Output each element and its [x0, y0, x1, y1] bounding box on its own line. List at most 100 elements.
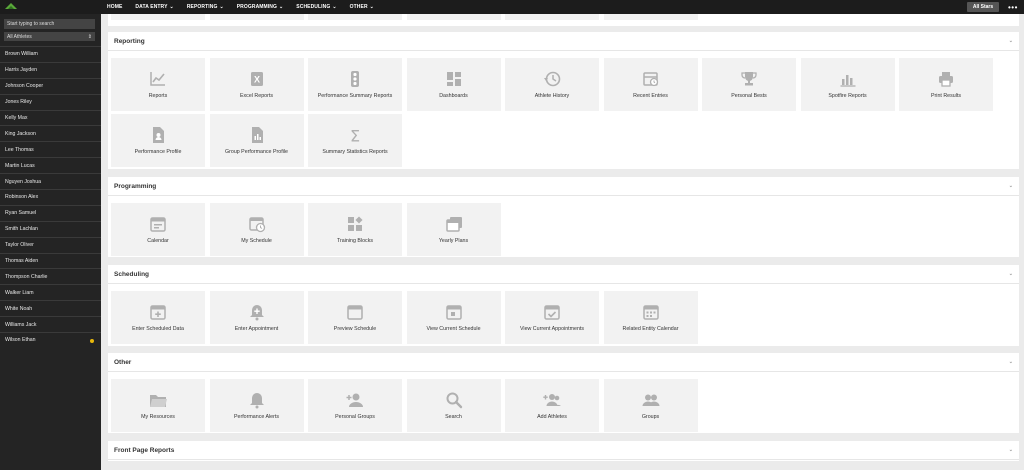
athlete-name: Martin Lucas	[5, 162, 35, 169]
tile-athlete-history[interactable]: Athlete History	[505, 58, 599, 111]
logo-icon[interactable]	[4, 2, 18, 12]
tile-my-schedule[interactable]: My Schedule	[209, 203, 304, 256]
athlete-search-input[interactable]	[4, 19, 95, 29]
athlete-list-item[interactable]: Johnson Cooper	[0, 77, 101, 94]
tile-group-performance-profile[interactable]: Group Performance Profile	[209, 114, 304, 167]
athlete-name: Taylor Oliver	[5, 242, 34, 249]
athlete-list-item[interactable]: Wilson Ethan	[0, 332, 101, 348]
section-header-other[interactable]: Other ⌄	[108, 353, 1019, 372]
nav-item-reporting[interactable]: REPORTING ⌄	[187, 4, 224, 10]
athlete-list-item[interactable]: Brown William	[0, 46, 101, 62]
nav-item-programming[interactable]: PROGRAMMING ⌄	[237, 4, 284, 10]
tile-enter-appointment[interactable]: Enter Appointment	[209, 291, 304, 344]
partially-visible-tile[interactable]	[111, 14, 205, 20]
tile-preview-schedule[interactable]: Preview Schedule	[308, 291, 402, 344]
tile-print-results[interactable]: Print Results	[899, 58, 993, 111]
athlete-name: Ryan Samuel	[5, 210, 37, 217]
tile-label: View Current Schedule	[426, 326, 481, 332]
athlete-list-item[interactable]: White Noah	[0, 300, 101, 316]
svg-text:X: X	[253, 75, 259, 85]
tile-performance-profile[interactable]: Performance Profile	[111, 114, 205, 167]
athlete-list-item[interactable]: Lee Thomas	[0, 141, 101, 157]
athlete-list-item[interactable]: Martin Lucas	[0, 157, 101, 173]
calendar-plus-icon	[150, 305, 166, 320]
tile-view-current-schedule[interactable]: View Current Schedule	[406, 291, 501, 344]
collapse-chevron-icon[interactable]: ⌄	[1009, 38, 1013, 44]
nav-item-label: HOME	[107, 4, 123, 10]
nav-item-scheduling[interactable]: SCHEDULING ⌄	[296, 4, 336, 10]
bell-icon	[249, 393, 264, 409]
partially-visible-tile[interactable]	[209, 14, 304, 20]
tile-add-athletes[interactable]: Add Athletes	[505, 379, 599, 432]
tile-enter-scheduled-data[interactable]: Enter Scheduled Data	[111, 291, 205, 344]
tile-label: Performance Summary Reports	[317, 93, 393, 99]
group-selector-button[interactable]: All Stars	[967, 2, 999, 12]
athlete-list-item[interactable]: Thomas Aiden	[0, 252, 101, 269]
tile-label: Performance Profile	[134, 149, 182, 155]
tile-recent-entries[interactable]: Recent Entries	[603, 58, 698, 111]
partially-visible-tile[interactable]	[603, 14, 698, 20]
athlete-name: Kelly Max	[5, 115, 28, 121]
tile-label: Calendar	[147, 238, 169, 244]
athlete-list-item[interactable]: Kelly Max	[0, 109, 101, 126]
tile-related-entity-calendar[interactable]: Related Entity Calendar	[603, 291, 698, 344]
athlete-list-item[interactable]: Walker Liam	[0, 284, 101, 300]
chevron-down-icon: ⌄	[332, 4, 337, 10]
athlete-list-item[interactable]: Thompson Charlie	[0, 268, 101, 284]
athlete-list-item[interactable]: Williams Jack	[0, 316, 101, 332]
tile-my-resources[interactable]: My Resources	[111, 379, 205, 432]
athlete-list-item[interactable]: Harris Jayden	[0, 61, 101, 78]
nav-item-label: DATA ENTRY	[135, 4, 168, 10]
nav-item-home[interactable]: HOME	[107, 4, 122, 10]
tile-summary-statistics-reports[interactable]: Σ Summary Statistics Reports	[308, 114, 402, 167]
tile-performance-alerts[interactable]: Performance Alerts	[209, 379, 304, 432]
athlete-list-item[interactable]: Smith Lachlan	[0, 220, 101, 237]
athlete-list-item[interactable]: Nguyen Joshua	[0, 173, 101, 189]
more-options-icon[interactable]: •••	[1008, 0, 1018, 14]
tile-groups[interactable]: Groups	[603, 379, 698, 432]
collapse-chevron-icon[interactable]: ⌄	[1009, 359, 1013, 365]
tile-reports[interactable]: Reports	[111, 58, 205, 111]
nav-item-data-entry[interactable]: DATA ENTRY ⌄	[135, 4, 173, 10]
tile-dashboards[interactable]: Dashboards	[406, 58, 501, 111]
section-header-front-page-reports[interactable]: Front Page Reports ⌄	[108, 441, 1019, 460]
tile-spotfire-reports[interactable]: Spotfire Reports	[800, 58, 895, 111]
tile-calendar[interactable]: Calendar	[111, 203, 205, 256]
athlete-filter-value: All Athletes	[7, 33, 32, 40]
nav-item-other[interactable]: OTHER ⌄	[350, 4, 374, 10]
athlete-filter-select[interactable]: All Athletes ⇕	[4, 32, 95, 41]
partially-visible-tile[interactable]	[505, 14, 599, 20]
search-icon	[446, 392, 462, 409]
tile-label: Personal Bests	[731, 93, 767, 99]
collapse-chevron-icon[interactable]: ⌄	[1009, 447, 1013, 453]
tile-personal-groups[interactable]: Personal Groups	[308, 379, 402, 432]
tile-training-blocks[interactable]: Training Blocks	[308, 203, 402, 256]
section-header-scheduling[interactable]: Scheduling ⌄	[108, 265, 1019, 284]
collapse-chevron-icon[interactable]: ⌄	[1009, 183, 1013, 189]
athlete-list-item[interactable]: Jones Riley	[0, 93, 101, 110]
athlete-name: Harris Jayden	[5, 67, 38, 74]
partially-visible-tile[interactable]	[406, 14, 501, 20]
partially-visible-tile[interactable]	[308, 14, 402, 20]
athlete-list-item[interactable]: Taylor Oliver	[0, 236, 101, 253]
tile-excel-reports[interactable]: X Excel Reports	[209, 58, 304, 111]
nav-item-label: REPORTING	[186, 4, 218, 10]
section-header-reporting[interactable]: Reporting ⌄	[108, 32, 1019, 51]
excel-icon: X	[250, 72, 263, 86]
tile-search[interactable]: Search	[406, 379, 501, 432]
section-header-programming[interactable]: Programming ⌄	[108, 177, 1019, 196]
tile-performance-summary-reports[interactable]: Performance Summary Reports	[308, 58, 402, 111]
section-scheduling: Scheduling ⌄ Enter Scheduled Data Enter App…	[108, 265, 1019, 346]
collapse-chevron-icon[interactable]: ⌄	[1009, 271, 1013, 277]
calendar-day-icon	[445, 305, 462, 320]
printer-icon	[939, 72, 953, 87]
tile-yearly-plans[interactable]: Yearly Plans	[406, 203, 501, 256]
tile-view-current-appointments[interactable]: View Current Appointments	[505, 291, 599, 344]
athlete-name: Walker Liam	[5, 289, 34, 296]
tile-personal-bests[interactable]: Personal Bests	[702, 58, 796, 111]
top-navigation-bar: HOME DATA ENTRY ⌄ REPORTING ⌄ PROGRAMMING ⌄ SCH…	[0, 0, 1024, 14]
athlete-list-item[interactable]: Ryan Samuel	[0, 204, 101, 221]
athlete-list-item[interactable]: King Jackson	[0, 125, 101, 141]
athlete-list-item[interactable]: Robinson Alex	[0, 189, 101, 205]
tile-label: Add Athletes	[537, 414, 567, 420]
